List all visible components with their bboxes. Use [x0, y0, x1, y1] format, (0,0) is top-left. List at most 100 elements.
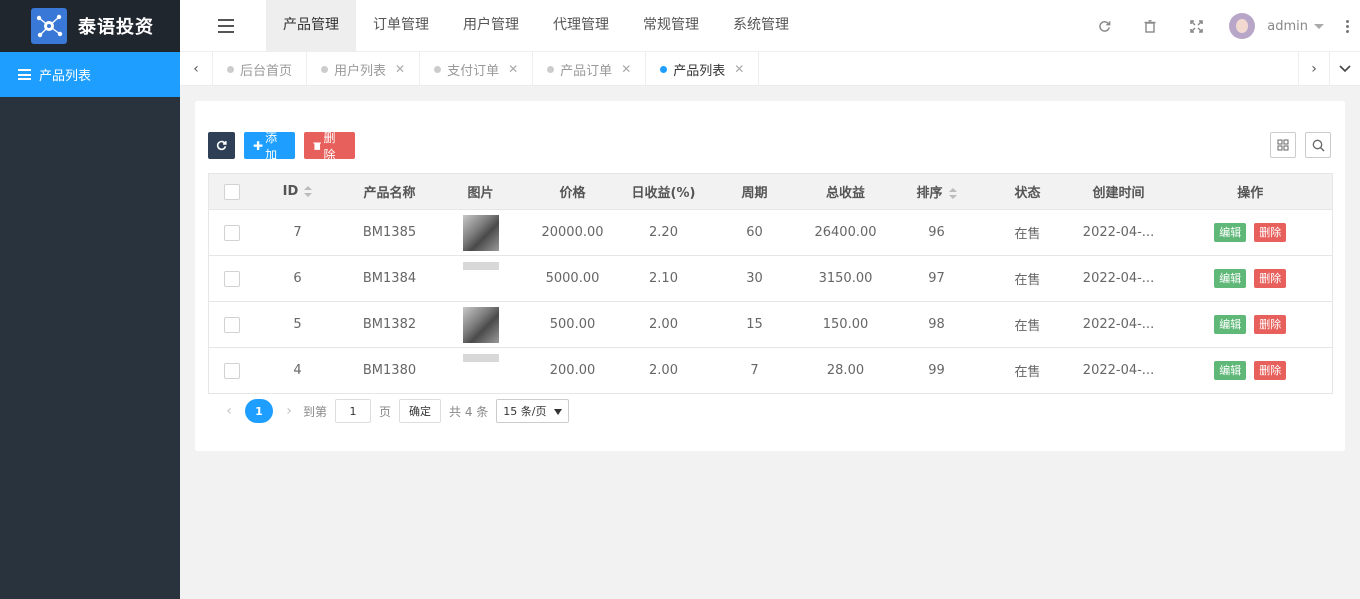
add-label: 添加 [265, 130, 278, 162]
column-filter-button[interactable] [1270, 132, 1296, 158]
goto-confirm-button[interactable]: 确定 [399, 399, 442, 423]
edit-button[interactable]: 编辑 [1214, 315, 1247, 334]
chevron-down-icon [1314, 23, 1324, 29]
page-unit-label: 页 [379, 404, 392, 419]
product-image[interactable] [462, 353, 499, 362]
tab-dot [321, 65, 329, 73]
close-icon[interactable]: ✕ [734, 62, 744, 76]
tab-home[interactable]: 后台首页 [213, 52, 308, 86]
cell-daily: 2.20 [622, 209, 705, 256]
page-size-select[interactable]: 15 条/页 [496, 399, 570, 423]
more-icon[interactable] [1334, 0, 1360, 52]
nav-orders[interactable]: 订单管理 [356, 0, 446, 52]
tab-user-list[interactable]: 用户列表 ✕ [307, 52, 421, 86]
cell-period: 30 [704, 255, 805, 302]
delete-row-button[interactable]: 删除 [1254, 223, 1287, 242]
col-id[interactable]: ID [254, 173, 341, 210]
cell-name: BM1382 [340, 301, 439, 348]
cell-status: 在售 [986, 209, 1069, 256]
cell-period: 60 [704, 209, 805, 256]
tab-bar: ‹ 后台首页 用户列表 ✕ 支付订单 ✕ 产品订单 ✕ 产品列表 ✕ › [180, 52, 1360, 86]
cell-id: 7 [254, 209, 341, 256]
nav-system[interactable]: 系统管理 [716, 0, 806, 52]
trash-icon[interactable] [1127, 0, 1173, 52]
nav-agents[interactable]: 代理管理 [536, 0, 626, 52]
close-icon[interactable]: ✕ [621, 62, 631, 76]
delete-button[interactable]: 删除 [304, 131, 355, 162]
top-nav: 产品管理 订单管理 用户管理 代理管理 常规管理 系统管理 [266, 0, 806, 52]
product-image[interactable] [462, 306, 499, 343]
cell-created: 2022-04-... [1068, 301, 1169, 348]
checkbox[interactable] [223, 183, 240, 200]
sort-icon[interactable] [948, 188, 957, 199]
nav-users[interactable]: 用户管理 [446, 0, 536, 52]
tabs-scroll-right-icon[interactable]: › [1298, 52, 1329, 86]
close-icon[interactable]: ✕ [508, 62, 518, 76]
nav-general[interactable]: 常规管理 [626, 0, 716, 52]
cell-status: 在售 [986, 255, 1069, 302]
next-page-icon[interactable]: › [277, 403, 301, 419]
search-icon [1312, 139, 1324, 151]
cell-sort: 98 [886, 301, 987, 348]
row-checkbox[interactable] [223, 362, 240, 379]
add-button[interactable]: ✚ 添加 [244, 131, 295, 162]
tabs-menu-chevron-down-icon[interactable] [1329, 52, 1360, 86]
row-checkbox[interactable] [223, 224, 240, 241]
cell-sort: 97 [886, 255, 987, 302]
cell-price: 500.00 [522, 301, 623, 348]
col-status: 状态 [986, 173, 1069, 210]
edit-button[interactable]: 编辑 [1214, 223, 1247, 242]
nav-product[interactable]: 产品管理 [266, 0, 356, 52]
columns-icon [1277, 139, 1289, 151]
cell-id: 6 [254, 255, 341, 302]
sidebar-item-product-list[interactable]: 产品列表 [0, 52, 180, 97]
row-checkbox[interactable] [223, 270, 240, 287]
cell-name: BM1385 [340, 209, 439, 256]
tab-product-list[interactable]: 产品列表 ✕ [646, 52, 760, 86]
product-table: ID 产品名称 图片 价格 日收益(%) 周期 总收益 排序 状态 创建时间 操… [208, 173, 1333, 394]
cell-id: 4 [254, 347, 341, 394]
table-row: 7 BM1385 20000.00 2.20 60 26400.00 96 在售… [208, 209, 1333, 256]
col-sort[interactable]: 排序 [886, 173, 987, 210]
tab-label: 后台首页 [240, 63, 293, 79]
user-menu[interactable]: admin [1219, 0, 1334, 52]
cell-total: 28.00 [804, 347, 887, 394]
delete-label: 删除 [323, 130, 336, 162]
pagination: ‹ 1 › 到第 页 确定 共 4 条 15 条/页 [217, 399, 570, 423]
tabs-scroll-left-icon[interactable]: ‹ [180, 52, 213, 86]
table-header-row: ID 产品名称 图片 价格 日收益(%) 周期 总收益 排序 状态 创建时间 操… [208, 173, 1333, 210]
cell-total: 150.00 [804, 301, 887, 348]
col-daily-return: 日收益(%) [622, 173, 705, 210]
close-icon[interactable]: ✕ [395, 62, 405, 76]
product-image[interactable] [462, 261, 499, 270]
page-number-current[interactable]: 1 [245, 399, 273, 423]
cell-total: 26400.00 [804, 209, 887, 256]
col-period: 周期 [704, 173, 805, 210]
fullscreen-icon[interactable] [1173, 0, 1219, 52]
tab-payment-orders[interactable]: 支付订单 ✕ [420, 52, 534, 86]
sidebar-item-label: 产品列表 [39, 69, 92, 84]
menu-toggle-icon[interactable] [206, 17, 246, 35]
header-select-all[interactable] [208, 173, 255, 210]
refresh-button[interactable] [208, 132, 235, 159]
tab-product-orders[interactable]: 产品订单 ✕ [533, 52, 647, 86]
list-icon [18, 69, 31, 80]
row-checkbox[interactable] [223, 316, 240, 333]
delete-row-button[interactable]: 删除 [1254, 361, 1287, 380]
product-image[interactable] [462, 214, 499, 251]
cell-daily: 2.00 [622, 301, 705, 348]
cell-name: BM1380 [340, 347, 439, 394]
cell-period: 7 [704, 347, 805, 394]
sort-icon[interactable] [304, 186, 313, 197]
refresh-icon[interactable] [1081, 0, 1127, 52]
edit-button[interactable]: 编辑 [1214, 361, 1247, 380]
delete-row-button[interactable]: 删除 [1254, 315, 1287, 334]
cell-price: 5000.00 [522, 255, 623, 302]
cell-id: 5 [254, 301, 341, 348]
prev-page-icon[interactable]: ‹ [217, 403, 241, 419]
edit-button[interactable]: 编辑 [1214, 269, 1247, 288]
search-button[interactable] [1305, 132, 1331, 158]
delete-row-button[interactable]: 删除 [1254, 269, 1287, 288]
goto-page-input[interactable] [335, 399, 372, 423]
logo[interactable]: 泰语投资 [0, 0, 180, 52]
